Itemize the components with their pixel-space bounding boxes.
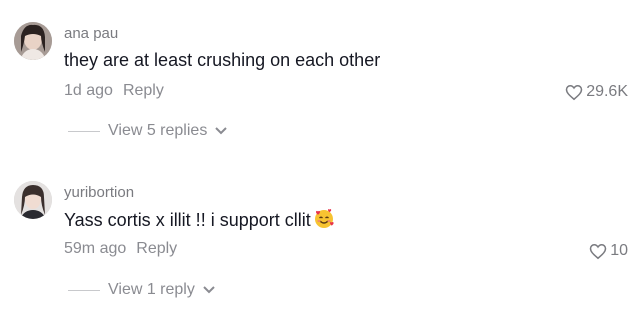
comment-meta: 59m ago Reply [64,239,177,259]
heart-icon [565,84,583,101]
view-replies-button[interactable]: View 1 reply [68,280,215,300]
comment-time: 1d ago [64,82,113,99]
like-count: 29.6K [586,83,628,100]
comment-text-content: Yass cortis x illit !! i support cllit [64,210,311,230]
comment-text: Yass cortis x illit !! i support cllit [64,207,335,234]
chevron-down-icon [203,286,215,294]
like-button[interactable]: 10 [589,241,628,261]
comment-username[interactable]: ana pau [64,25,118,43]
comment-username[interactable]: yuribortion [64,184,134,202]
like-button[interactable]: 29.6K [565,82,628,102]
heart-icon [589,243,607,260]
comment-item: ana pau they are at least crushing on ea… [0,0,640,160]
avatar[interactable] [14,22,52,60]
reply-button[interactable]: Reply [136,240,177,257]
smiling-face-with-hearts-icon [313,207,335,234]
reply-button[interactable]: Reply [123,82,164,99]
comment-time: 59m ago [64,240,127,257]
comment-item: yuribortion Yass cortis x illit !! i sup… [0,160,640,335]
like-count: 10 [610,242,628,259]
view-replies-label: View 1 reply [108,281,195,298]
reply-divider-line [68,289,100,291]
chevron-down-icon [215,127,228,135]
reply-divider-line [68,130,100,132]
view-replies-label: View 5 replies [108,122,208,139]
view-replies-button[interactable]: View 5 replies [68,121,228,141]
comment-meta: 1d ago Reply [64,81,164,101]
avatar[interactable] [14,181,52,219]
comment-text: they are at least crushing on each other [64,50,381,70]
